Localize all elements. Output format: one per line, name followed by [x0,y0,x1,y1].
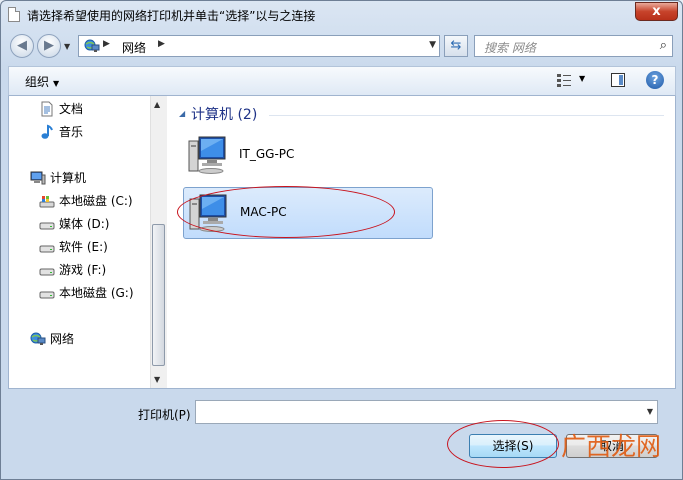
chevron-down-icon[interactable]: ▼ [647,407,653,416]
annotation-ellipse [447,420,559,468]
sidebar-item-drive-d[interactable]: 媒体 (D:) [39,215,109,235]
computer-icon [30,171,46,184]
organize-menu-button[interactable]: 组织 ▼ [25,73,59,90]
document-icon [8,7,20,22]
close-button[interactable]: x [635,2,678,21]
scroll-down-icon[interactable]: ▼ [154,375,160,384]
navigation-pane: 文档 音乐 计算机 本地磁盘 (C:) 媒体 (D:) 软件 (E:) 游戏 (… [9,96,150,388]
preview-pane-icon[interactable] [611,73,625,87]
group-header[interactable]: 计算机 (2) [191,104,257,124]
window-title: 请选择希望使用的网络打印机并单击“选择”以与之连接 [27,9,316,23]
drive-icon [39,222,55,229]
scrollbar-thumb[interactable] [152,224,165,366]
sidebar-item-music[interactable]: 音乐 [39,123,83,143]
dialog-footer: 打印机(P) ▼ 选择(S) 取消 广西龙网 [1,390,682,479]
annotation-ellipse [177,186,395,238]
collapse-group-icon[interactable]: ◢ [179,109,185,118]
search-input[interactable]: 搜索 网络 [484,39,536,56]
drive-icon [39,268,55,275]
file-list-pane: ◢ 计算机 (2) IT_GG-PC MAC-PC [169,96,675,388]
dialog-window: 请选择希望使用的网络打印机并单击“选择”以与之连接 x ◀ ▶ ▼ ▶ 网络 ▶… [0,0,683,480]
search-icon[interactable]: ⌕ [660,38,667,53]
computer-name: IT_GG-PC [239,147,295,161]
music-icon [41,124,53,139]
computer-icon [188,136,226,174]
sidebar-item-drive-g[interactable]: 本地磁盘 (G:) [39,284,134,304]
title-bar: 请选择希望使用的网络打印机并单击“选择”以与之连接 x [1,1,682,29]
sidebar-item-computer[interactable]: 计算机 [30,169,86,189]
address-bar[interactable]: ▶ 网络 ▶ ▼ [78,35,440,57]
organize-label: 组织 [25,75,50,89]
network-icon [84,39,100,52]
watermark-logo: 广西龙网 [561,432,662,461]
group-divider [269,115,664,116]
sidebar-item-drive-c[interactable]: 本地磁盘 (C:) [39,192,133,212]
chevron-down-icon[interactable]: ▼ [429,40,436,50]
sidebar-item-drive-f[interactable]: 游戏 (F:) [39,261,106,281]
command-toolbar: 组织 ▼ ▼ ? [8,66,676,96]
help-icon[interactable]: ? [646,71,664,89]
search-box[interactable]: 搜索 网络 ⌕ [474,35,673,57]
refresh-button[interactable]: ⇆ [444,35,468,57]
recent-pages-dropdown[interactable]: ▼ [64,42,70,51]
navigation-scrollbar[interactable]: ▲ ▼ [150,96,167,388]
navigation-bar: ◀ ▶ ▼ ▶ 网络 ▶ ▼ ⇆ 搜索 网络 ⌕ [1,31,682,63]
sidebar-item-drive-e[interactable]: 软件 (E:) [39,238,108,258]
scroll-up-icon[interactable]: ▲ [154,100,160,109]
drive-icon [39,291,55,298]
drive-icon [39,245,55,252]
address-separator[interactable]: ▶ [158,39,165,49]
network-icon [30,332,46,345]
back-button[interactable]: ◀ [10,34,34,58]
printer-combobox[interactable]: ▼ [195,400,658,424]
address-location[interactable]: 网络 [122,39,146,56]
address-separator[interactable]: ▶ [103,39,110,49]
computer-item[interactable]: IT_GG-PC [183,130,433,182]
forward-button[interactable]: ▶ [37,34,61,58]
refresh-icon: ⇆ [450,38,462,53]
chevron-down-icon: ▼ [53,79,60,88]
sidebar-item-network[interactable]: 网络 [30,330,74,350]
document-icon [41,101,53,116]
view-options-icon[interactable] [556,72,572,88]
sidebar-item-documents[interactable]: 文档 [39,100,83,120]
content-area: 文档 音乐 计算机 本地磁盘 (C:) 媒体 (D:) 软件 (E:) 游戏 (… [8,96,676,389]
system-drive-icon [39,195,55,207]
printer-label: 打印机(P) [138,408,191,422]
chevron-down-icon[interactable]: ▼ [579,74,585,83]
